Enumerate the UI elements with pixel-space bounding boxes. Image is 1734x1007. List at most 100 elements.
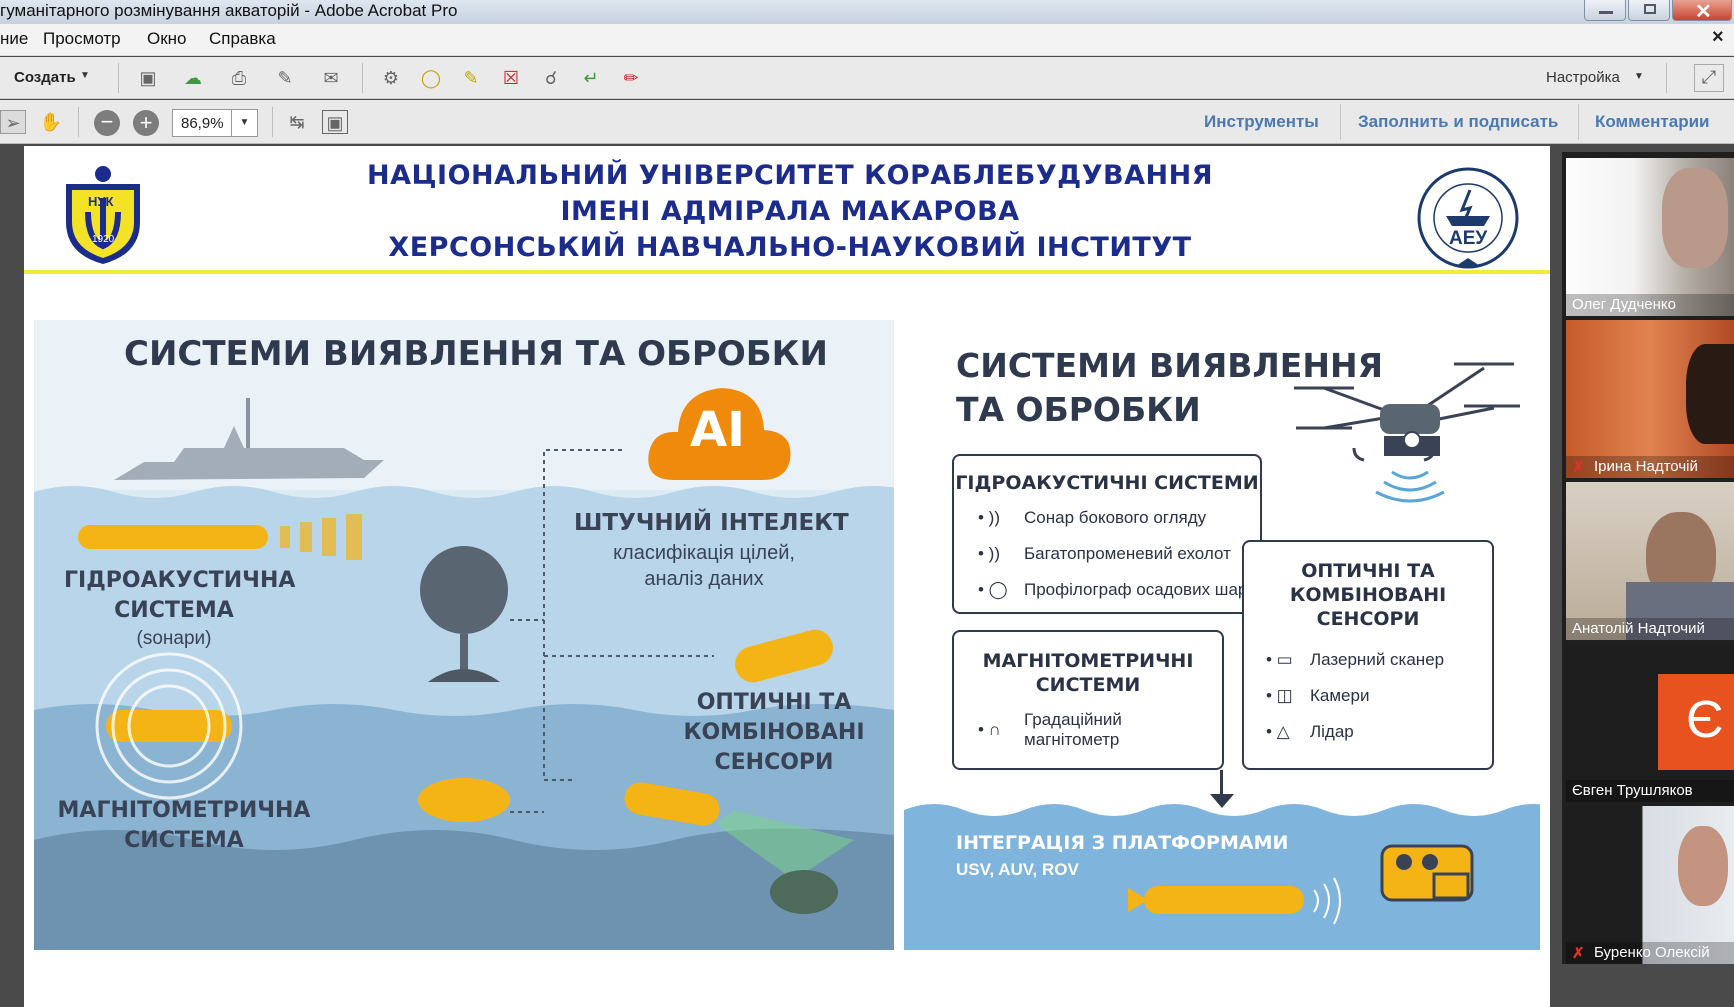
menu-item-view[interactable]: Просмотр <box>43 29 121 49</box>
anchor-shield-icon <box>66 166 140 264</box>
participant-tile[interactable]: Ірина Надточій ✗ <box>1566 320 1734 478</box>
comment-icon[interactable]: ◯ <box>418 66 444 90</box>
list-item: Профілограф осадових шарів <box>1024 580 1261 599</box>
integration-sub: USV, AUV, ROV <box>956 860 1079 879</box>
ai-title: ШТУЧНИЙ ІНТЕЛЕКТ <box>574 510 849 536</box>
customize-dropdown[interactable]: Настройка <box>1546 69 1620 86</box>
participant-name: Олег Дудченко <box>1566 294 1734 316</box>
main-toolbar: Создать ▼ ▣ ☁ ⎙ ✎ ✉ ⚙ ◯ ✎ ☒ ☌ ↵ ✏ Настро… <box>0 57 1734 99</box>
left-heading: СИСТЕМИ ВИЯВЛЕННЯ ТА ОБРОБКИ <box>124 334 828 374</box>
magnet-label-1: МАГНІТОМЕТРИЧНА <box>57 798 311 823</box>
sign-icon[interactable]: ✏ <box>618 66 644 90</box>
participant-tile[interactable]: Олег Дудченко <box>1566 158 1734 316</box>
tab-comments[interactable]: Комментарии <box>1595 112 1709 132</box>
page-search-icon[interactable]: ☌ <box>538 66 564 90</box>
sonar-wave-icon: • )) <box>978 544 1000 563</box>
ai-sub-2: аналіз даних <box>644 568 764 590</box>
tab-separator <box>1340 104 1341 140</box>
highlight-icon[interactable]: ✎ <box>458 66 484 90</box>
university-logo: НУК 1920 <box>58 162 148 266</box>
hydro-systems-box: ГІДРОАКУСТИЧНІ СИСТЕМИ • )) Сонар боково… <box>952 454 1262 614</box>
list-item: Лазерний сканер <box>1310 650 1445 669</box>
create-label: Создать <box>14 69 76 86</box>
logo-year: 1920 <box>92 234 115 245</box>
participant-tile[interactable]: Анатолій Надточий <box>1566 482 1734 640</box>
fit-width-icon[interactable]: ↹ <box>284 110 310 134</box>
window-title: гуманітарного розмінування акваторій - A… <box>0 1 458 20</box>
restore-button[interactable] <box>1628 0 1670 21</box>
list-item: магнітометр <box>1024 730 1120 749</box>
drone-icon <box>1294 362 1520 503</box>
upload-icon[interactable]: ☁ <box>180 66 206 90</box>
avatar-letter: Є <box>1686 691 1724 749</box>
select-tool-icon[interactable]: ➢ <box>0 110 26 134</box>
zoom-value: 86,9% <box>181 115 224 132</box>
scanner-icon: • ▭ <box>1266 650 1293 669</box>
avatar <box>1678 826 1728 906</box>
avatar <box>1686 344 1734 444</box>
delete-page-icon[interactable]: ☒ <box>498 66 524 90</box>
magnet-box-title-2: СИСТЕМИ <box>1035 674 1141 696</box>
optic-box-title-3: СЕНСОРИ <box>1316 608 1420 630</box>
left-infographic: AI СИСТЕМИ ВИЯВЛЕННЯ ТА ОБРОБКИ ШТУЧНИЙ … <box>34 320 894 950</box>
participant-name: Євген Трушляков <box>1566 780 1734 802</box>
edit-icon[interactable]: ✎ <box>272 66 298 90</box>
logo-text: НУК <box>88 194 114 209</box>
hydro-label-2: СИСТЕМА <box>114 598 234 623</box>
sonar-wave-icon: • )) <box>978 508 1000 527</box>
avatar: Є <box>1658 674 1734 770</box>
list-item: Багатопроменевий ехолот <box>1024 544 1231 563</box>
email-icon[interactable]: ✉ <box>318 66 344 90</box>
participant-name: Анатолій Надточий <box>1566 618 1734 640</box>
menu-item-window[interactable]: Окно <box>147 29 187 49</box>
integration-title: ІНТЕГРАЦІЯ З ПЛАТФОРМАМИ <box>956 832 1289 854</box>
right-heading-2: ТА ОБРОБКИ <box>956 390 1201 429</box>
menu-item-edit[interactable]: ние <box>0 29 28 49</box>
menu-item-help[interactable]: Справка <box>209 29 276 49</box>
export-icon[interactable]: ↵ <box>578 66 604 90</box>
print-icon[interactable]: ⎙ <box>226 66 252 90</box>
create-button[interactable]: Создать ▼ <box>0 66 100 90</box>
right-infographic: СИСТЕМИ ВИЯВЛЕННЯ ТА ОБРОБКИ ГІДРОАКУСТИ… <box>904 320 1540 950</box>
fit-page-icon[interactable]: ▣ <box>322 110 348 134</box>
chevron-down-icon: ▼ <box>1634 71 1644 82</box>
header-line-1: НАЦІОНАЛЬНИЙ УНІВЕРСИТЕТ КОРАБЛЕБУДУВАНН… <box>367 160 1213 191</box>
muted-mic-icon: ✗ <box>1572 459 1585 476</box>
save-icon[interactable]: ▣ <box>135 66 161 90</box>
participant-tile[interactable]: Є Євген Трушляков <box>1566 644 1734 802</box>
close-document-button[interactable]: × <box>1712 26 1724 49</box>
lidar-triangle-icon: • △ <box>1266 722 1290 741</box>
list-item: Лідар <box>1310 722 1354 741</box>
magnet-icon: • ∩ <box>978 720 1001 739</box>
list-item: Градаційний <box>1024 710 1122 729</box>
ring-icon: • ◯ <box>978 580 1008 599</box>
zoom-out-icon[interactable]: − <box>94 110 120 136</box>
toolbar-separator <box>78 107 79 137</box>
chevron-down-icon[interactable]: ▼ <box>231 110 257 136</box>
muted-mic-icon: ✗ <box>1572 945 1585 962</box>
title-bar: гуманітарного розмінування акваторій - A… <box>0 0 1734 24</box>
tab-fill-sign[interactable]: Заполнить и подписать <box>1358 112 1558 132</box>
participant-name: Буренко Олексій <box>1566 942 1734 964</box>
zoom-in-icon[interactable]: + <box>133 110 159 136</box>
settings-icon[interactable]: ⚙ <box>378 66 404 90</box>
participant-tile[interactable]: Буренко Олексій ✗ <box>1566 806 1734 964</box>
zoom-field[interactable]: 86,9% ▼ <box>172 109 258 137</box>
department-logo: АЕУ <box>1416 166 1520 272</box>
tab-tools[interactable]: Инструменты <box>1204 112 1319 132</box>
fullscreen-icon[interactable]: ⤢ <box>1694 64 1724 92</box>
aeu-emblem-icon <box>1417 167 1519 269</box>
list-item: Камери <box>1310 686 1370 705</box>
hand-tool-icon[interactable]: ✋ <box>38 110 64 134</box>
minimize-button[interactable] <box>1584 0 1626 21</box>
ai-cloud: AI <box>644 380 794 490</box>
ai-sub-1: класифікація цілей, <box>613 542 795 564</box>
close-window-button[interactable]: ✕ <box>1672 0 1732 23</box>
toolbar-separator <box>1666 63 1667 93</box>
toolbar-separator <box>272 107 273 137</box>
minimize-icon <box>1599 11 1613 14</box>
optic-systems-box: ОПТИЧНІ ТА КОМБІНОВАНІ СЕНСОРИ • ▭ Лазер… <box>1242 540 1494 770</box>
optic-box-title-2: КОМБІНОВАНІ <box>1289 584 1447 606</box>
toolbar-separator <box>362 63 363 93</box>
camera-icon: • ◫ <box>1266 686 1293 705</box>
